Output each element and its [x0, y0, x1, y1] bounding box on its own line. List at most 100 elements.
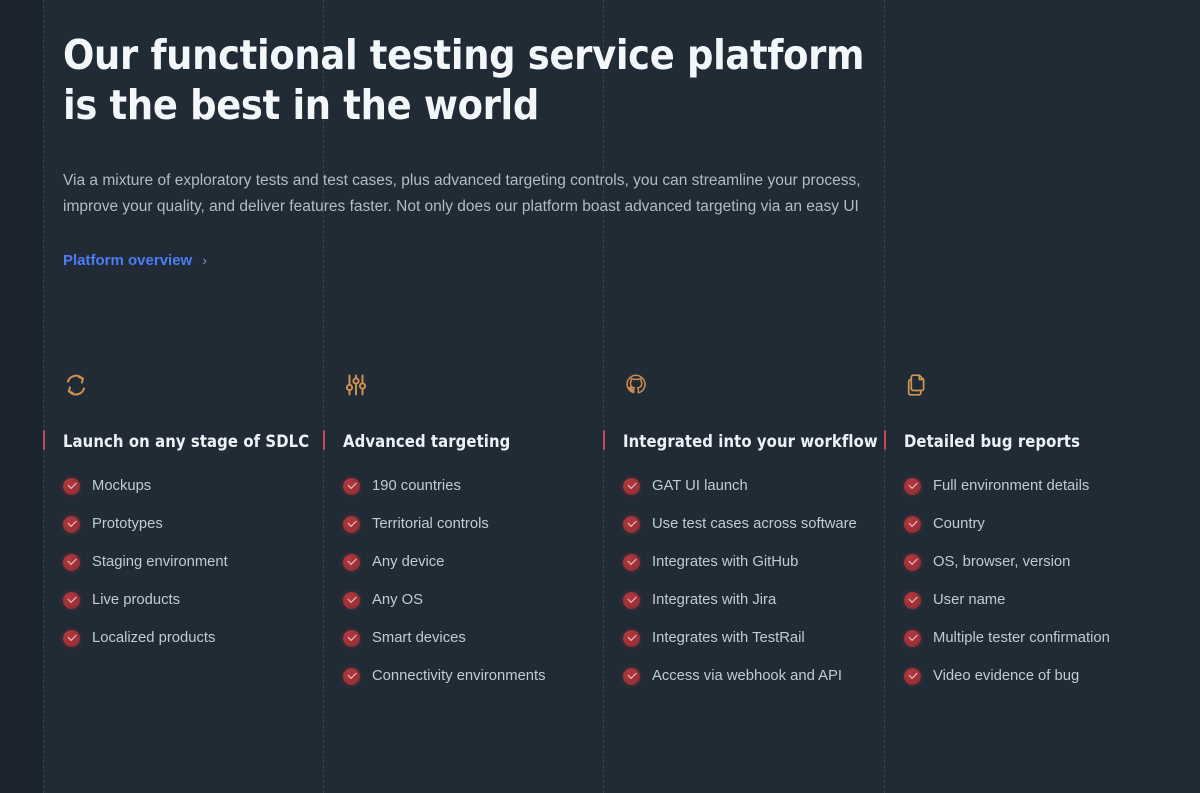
check-icon — [343, 630, 360, 647]
check-icon — [343, 592, 360, 609]
list-item-label: Integrates with GitHub — [652, 554, 799, 570]
check-icon — [904, 630, 921, 647]
platform-overview-label: Platform overview — [63, 252, 193, 269]
check-icon — [904, 478, 921, 495]
list-item-label: Any OS — [372, 592, 423, 608]
check-icon — [904, 516, 921, 533]
check-icon — [63, 516, 80, 533]
list-item-label: Territorial controls — [372, 516, 489, 532]
check-icon — [63, 478, 80, 495]
check-icon — [904, 554, 921, 571]
list-item: Mockups — [63, 476, 301, 497]
check-icon — [623, 554, 640, 571]
list-item: Staging environment — [63, 552, 301, 573]
list-item-label: Any device — [372, 554, 445, 570]
feature-list: Mockups Prototypes Staging environment L… — [43, 476, 301, 649]
list-item-label: Integrates with TestRail — [652, 630, 805, 646]
list-item-label: Integrates with Jira — [652, 592, 777, 608]
list-item: Access via webhook and API — [623, 666, 862, 687]
feature-column-workflow: Integrated into your workflow GAT UI lau… — [603, 372, 884, 704]
hero-block: Our functional testing service platform … — [63, 30, 883, 270]
list-item-label: Staging environment — [92, 554, 228, 570]
feature-column-heading: Detailed bug reports — [884, 428, 1178, 454]
section-content: Our functional testing service platform … — [0, 0, 1200, 793]
list-item-label: OS, browser, version — [933, 554, 1071, 570]
list-item-label: Access via webhook and API — [652, 668, 843, 684]
feature-column-title: Integrated into your workflow — [623, 431, 878, 451]
check-icon — [63, 630, 80, 647]
list-item: Connectivity environments — [343, 666, 581, 687]
list-item-label: 190 countries — [372, 478, 461, 494]
list-item-label: Live products — [92, 592, 181, 608]
platform-overview-link[interactable]: Platform overview › — [63, 251, 207, 270]
list-item-label: Use test cases across software — [652, 516, 857, 532]
check-icon — [623, 516, 640, 533]
list-item-label: Connectivity environments — [372, 668, 546, 684]
list-item: Integrates with GitHub — [623, 552, 862, 573]
check-icon — [623, 668, 640, 685]
feature-list: 190 countries Territorial controls Any d… — [323, 476, 581, 687]
list-item: User name — [904, 590, 1178, 611]
list-item-label: Multiple tester confirmation — [933, 630, 1110, 646]
list-item-label: Localized products — [92, 630, 216, 646]
marketing-section: Our functional testing service platform … — [0, 0, 1200, 793]
list-item-label: Country — [933, 516, 985, 532]
copy-documents-icon — [884, 372, 1178, 414]
feature-column-title: Detailed bug reports — [904, 431, 1081, 451]
list-item: Localized products — [63, 628, 301, 649]
check-icon — [623, 592, 640, 609]
check-icon — [623, 630, 640, 647]
list-item-label: Mockups — [92, 478, 152, 494]
list-item: Integrates with TestRail — [623, 628, 862, 649]
feature-list: Full environment details Country OS, bro… — [884, 476, 1178, 687]
list-item-label: User name — [933, 592, 1006, 608]
list-item: Smart devices — [343, 628, 581, 649]
list-item-label: Video evidence of bug — [933, 668, 1080, 684]
sliders-icon — [323, 372, 581, 414]
check-icon — [63, 554, 80, 571]
feature-column-title: Advanced targeting — [343, 431, 511, 451]
feature-columns: Launch on any stage of SDLC Mockups Prot… — [0, 372, 1200, 704]
list-item-label: GAT UI launch — [652, 478, 748, 494]
feature-column-heading: Integrated into your workflow — [603, 428, 878, 454]
check-icon — [904, 668, 921, 685]
list-item: Territorial controls — [343, 514, 581, 535]
check-icon — [343, 554, 360, 571]
check-icon — [904, 592, 921, 609]
feature-column-heading: Advanced targeting — [323, 428, 581, 454]
check-icon — [343, 478, 360, 495]
list-item: OS, browser, version — [904, 552, 1178, 573]
feature-column-title: Launch on any stage of SDLC — [63, 431, 310, 451]
heading-accent-bar — [43, 430, 45, 450]
check-icon — [623, 478, 640, 495]
feature-column-targeting: Advanced targeting 190 countries Territo… — [323, 372, 603, 704]
list-item: Video evidence of bug — [904, 666, 1178, 687]
check-icon — [343, 668, 360, 685]
check-icon — [343, 516, 360, 533]
heading-accent-bar — [323, 430, 325, 450]
chevron-right-icon: › — [202, 251, 207, 268]
list-item-label: Smart devices — [372, 630, 466, 646]
feature-column-heading: Launch on any stage of SDLC — [43, 428, 309, 454]
heading-accent-bar — [884, 430, 886, 450]
list-item: Any device — [343, 552, 581, 573]
feature-list: GAT UI launch Use test cases across soft… — [603, 476, 862, 687]
list-item: Country — [904, 514, 1178, 535]
list-item: Multiple tester confirmation — [904, 628, 1178, 649]
list-item: Use test cases across software — [623, 514, 862, 535]
hero-description: Via a mixture of exploratory tests and t… — [63, 172, 861, 215]
page-title: Our functional testing service platform … — [63, 31, 865, 129]
feature-column-sdlc: Launch on any stage of SDLC Mockups Prot… — [43, 372, 323, 704]
heading-accent-bar — [603, 430, 605, 450]
list-item: Integrates with Jira — [623, 590, 862, 611]
list-item: 190 countries — [343, 476, 581, 497]
list-item: Prototypes — [63, 514, 301, 535]
list-item: GAT UI launch — [623, 476, 862, 497]
refresh-cycle-icon — [43, 372, 301, 414]
feature-column-bug-reports: Detailed bug reports Full environment de… — [884, 372, 1200, 704]
list-item: Any OS — [343, 590, 581, 611]
list-item: Live products — [63, 590, 301, 611]
list-item-label: Prototypes — [92, 516, 163, 532]
list-item: Full environment details — [904, 476, 1178, 497]
list-item-label: Full environment details — [933, 478, 1090, 494]
